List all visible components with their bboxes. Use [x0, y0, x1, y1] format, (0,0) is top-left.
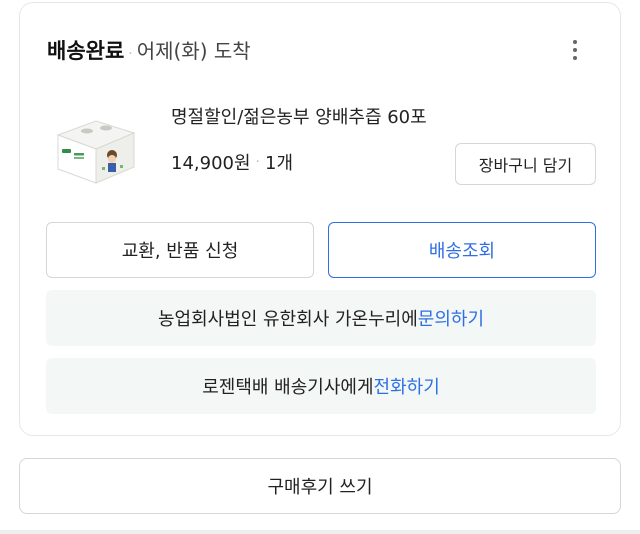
add-to-cart-button[interactable]: 장바구니 담기	[455, 143, 596, 185]
product-price: 14,900원	[171, 153, 251, 174]
price-row: 14,900원 · 1개	[171, 149, 293, 175]
delivery-date: 어제(화) 도착	[136, 39, 251, 63]
courier-call-box: 로젠택배 배송기사에게 전화하기	[46, 358, 596, 414]
product-thumbnail[interactable]	[48, 111, 142, 189]
product-quantity: 1개	[265, 153, 294, 174]
seller-inquiry-box: 농업회사법인 유한회사 가온누리에 문의하기	[46, 290, 596, 346]
section-divider	[0, 530, 640, 534]
more-dot	[573, 48, 577, 52]
product-name[interactable]: 명절할인/젊은농부 양배추즙 60포	[171, 103, 427, 129]
exchange-return-button[interactable]: 교환, 반품 신청	[46, 222, 314, 278]
courier-call-text: 로젠택배 배송기사에게	[202, 377, 374, 398]
courier-call-link[interactable]: 전화하기	[374, 373, 440, 399]
delivery-status: 배송완료	[47, 39, 125, 63]
more-options-icon[interactable]	[560, 33, 590, 67]
seller-inquiry-link[interactable]: 문의하기	[418, 305, 484, 331]
order-card: 배송완료 · 어제(화) 도착 명절할인/젊은농부 양배추즙 60포 14,90…	[19, 2, 621, 436]
price-separator: ·	[255, 154, 260, 170]
more-dot	[573, 40, 577, 44]
seller-inquiry-text: 농업회사법인 유한회사 가온누리에	[157, 309, 418, 330]
status-separator: ·	[128, 46, 133, 62]
write-review-button[interactable]: 구매후기 쓰기	[19, 458, 621, 514]
track-delivery-button[interactable]: 배송조회	[328, 222, 596, 278]
more-dot	[573, 56, 577, 60]
delivery-status-row: 배송완료 · 어제(화) 도착	[47, 35, 251, 65]
